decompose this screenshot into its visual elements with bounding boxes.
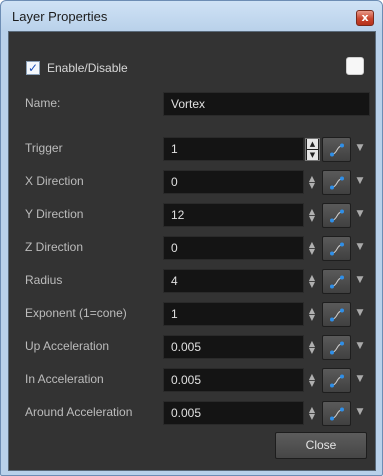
window-title: Layer Properties (12, 9, 108, 24)
function-curve-icon (330, 176, 344, 190)
param-row-exponent-1-cone: Exponent (1=cone) 1 ▲ ▼ ▼ (9, 302, 377, 327)
param-function-button-exponent-1-cone[interactable] (322, 302, 351, 327)
layer-properties-window: Layer Properties x ✓ Enable/Disable Name… (0, 0, 383, 476)
up-down-arrows-icon[interactable]: ▲ ▼ (308, 208, 316, 223)
param-function-button-up-acceleration[interactable] (322, 335, 351, 360)
up-down-arrows-icon[interactable]: ▲ ▼ (308, 274, 316, 289)
param-field-around-acceleration[interactable]: 0.005 (163, 401, 304, 425)
param-dropdown-x-direction[interactable]: ▼ (354, 174, 366, 188)
param-dropdown-radius[interactable]: ▼ (354, 273, 366, 287)
param-function-button-in-acceleration[interactable] (322, 368, 351, 393)
up-down-arrows-icon[interactable]: ▲ ▼ (308, 340, 316, 355)
layer-color-swatch[interactable] (346, 57, 364, 75)
param-dropdown-exponent-1-cone[interactable]: ▼ (354, 306, 366, 320)
function-curve-icon (330, 341, 344, 355)
param-dropdown-up-acceleration[interactable]: ▼ (354, 339, 366, 353)
param-field-exponent-1-cone[interactable]: 1 (163, 302, 304, 326)
close-button[interactable]: Close (275, 432, 367, 459)
param-dropdown-y-direction[interactable]: ▼ (354, 207, 366, 221)
param-function-button-z-direction[interactable] (322, 236, 351, 261)
param-field-x-direction[interactable]: 0 (163, 170, 304, 194)
param-field-z-direction[interactable]: 0 (163, 236, 304, 260)
window-close-button[interactable]: x (356, 10, 374, 26)
param-row-up-acceleration: Up Acceleration 0.005 ▲ ▼ ▼ (9, 335, 377, 360)
param-row-in-acceleration: In Acceleration 0.005 ▲ ▼ ▼ (9, 368, 377, 393)
param-function-button-radius[interactable] (322, 269, 351, 294)
close-icon: x (361, 11, 369, 24)
name-label: Name: (25, 96, 61, 110)
param-field-up-acceleration[interactable]: 0.005 (163, 335, 304, 359)
function-curve-icon (330, 275, 344, 289)
param-function-button-around-acceleration[interactable] (322, 401, 351, 426)
param-label-around-acceleration: Around Acceleration (25, 405, 133, 419)
up-down-arrows-icon[interactable]: ▲ ▼ (308, 307, 316, 322)
enable-checkbox[interactable]: ✓ (26, 61, 40, 75)
param-function-button-x-direction[interactable] (322, 170, 351, 195)
title-bar[interactable]: Layer Properties x (1, 1, 382, 31)
param-label-z-direction: Z Direction (25, 240, 84, 254)
function-curve-icon (330, 242, 344, 256)
properties-panel: ✓ Enable/Disable Name: Vortex Trigger 1 ▲ ▼… (8, 31, 376, 471)
param-row-around-acceleration: Around Acceleration 0.005 ▲ ▼ ▼ (9, 401, 377, 426)
function-curve-icon (330, 374, 344, 388)
name-field[interactable]: Vortex (163, 92, 370, 116)
param-dropdown-trigger[interactable]: ▼ (354, 141, 366, 155)
function-curve-icon (330, 209, 344, 223)
param-dropdown-around-acceleration[interactable]: ▼ (354, 405, 366, 419)
param-field-trigger[interactable]: 1 (163, 137, 304, 161)
param-dropdown-z-direction[interactable]: ▼ (354, 240, 366, 254)
param-field-in-acceleration[interactable]: 0.005 (163, 368, 304, 392)
enable-label: Enable/Disable (47, 61, 128, 75)
param-row-y-direction: Y Direction 12 ▲ ▼ ▼ (9, 203, 377, 228)
param-row-trigger: Trigger 1 ▲ ▼ ▼ (9, 137, 377, 162)
param-row-x-direction: X Direction 0 ▲ ▼ ▼ (9, 170, 377, 195)
param-label-up-acceleration: Up Acceleration (25, 339, 110, 353)
function-curve-icon (330, 308, 344, 322)
param-function-button-y-direction[interactable] (322, 203, 351, 228)
param-stepper-trigger[interactable]: ▲ ▼ (305, 138, 320, 161)
param-field-radius[interactable]: 4 (163, 269, 304, 293)
param-label-x-direction: X Direction (25, 174, 84, 188)
stepper-down-icon[interactable]: ▼ (307, 150, 318, 160)
up-down-arrows-icon[interactable]: ▲ ▼ (308, 373, 316, 388)
checkmark-icon: ✓ (27, 61, 39, 75)
param-label-exponent-1-cone: Exponent (1=cone) (25, 306, 127, 320)
function-curve-icon (330, 143, 344, 157)
param-row-z-direction: Z Direction 0 ▲ ▼ ▼ (9, 236, 377, 261)
param-label-radius: Radius (25, 273, 63, 287)
up-down-arrows-icon[interactable]: ▲ ▼ (308, 175, 316, 190)
param-field-y-direction[interactable]: 12 (163, 203, 304, 227)
param-label-in-acceleration: In Acceleration (25, 372, 104, 386)
param-label-y-direction: Y Direction (25, 207, 84, 221)
up-down-arrows-icon[interactable]: ▲ ▼ (308, 241, 316, 256)
param-function-button-trigger[interactable] (322, 137, 351, 162)
name-row: Name: Vortex (9, 92, 377, 116)
stepper-up-icon[interactable]: ▲ (307, 139, 318, 149)
param-row-radius: Radius 4 ▲ ▼ ▼ (9, 269, 377, 294)
param-label-trigger: Trigger (25, 141, 63, 155)
function-curve-icon (330, 407, 344, 421)
param-dropdown-in-acceleration[interactable]: ▼ (354, 372, 366, 386)
up-down-arrows-icon[interactable]: ▲ ▼ (308, 406, 316, 421)
